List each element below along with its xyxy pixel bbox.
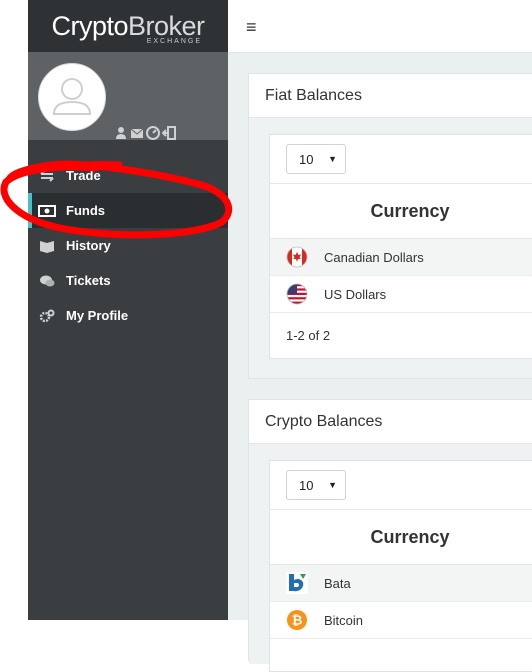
user-icon[interactable] <box>114 126 128 145</box>
table-row[interactable]: ₿ Bitcoin <box>270 602 532 639</box>
column-header-currency[interactable]: Currency <box>270 510 532 565</box>
book-icon <box>28 239 66 253</box>
fiat-balances-panel: Fiat Balances 10 ▼ Currency Canadian Dol… <box>248 73 532 379</box>
sidebar-item-label: Funds <box>66 203 105 218</box>
envelope-icon[interactable] <box>130 126 144 145</box>
table-row[interactable]: Bata <box>270 565 532 602</box>
currency-name: Bata <box>324 575 351 591</box>
dashboard-icon[interactable] <box>146 126 160 145</box>
sidebar: CryptoBroker EXCHANGE Trade Funds Histor… <box>28 0 228 620</box>
main-content: Fiat Balances 10 ▼ Currency Canadian Dol… <box>228 53 532 672</box>
money-icon <box>28 204 66 217</box>
panel-title: Fiat Balances <box>249 74 532 118</box>
table-row[interactable]: US Dollars <box>270 276 532 313</box>
sidebar-item-my-profile[interactable]: My Profile <box>28 298 228 333</box>
brand-logo[interactable]: CryptoBroker EXCHANGE <box>28 0 228 52</box>
menu-toggle-icon[interactable]: ≡ <box>246 18 257 36</box>
logout-icon[interactable] <box>161 126 176 145</box>
chat-icon <box>28 274 66 288</box>
page-size-select[interactable]: 10 ▼ <box>286 144 346 174</box>
bitcoin-icon: ₿ <box>287 610 307 630</box>
usa-flag-icon <box>286 283 308 305</box>
column-header-currency[interactable]: Currency <box>270 184 532 239</box>
avatar[interactable] <box>38 63 106 131</box>
crypto-balances-table: 10 ▼ Currency Bata ₿ Bitcoin <box>269 460 532 672</box>
sidebar-item-label: History <box>66 238 111 253</box>
panel-title: Crypto Balances <box>249 400 532 444</box>
page-size-select[interactable]: 10 ▼ <box>286 470 346 500</box>
currency-name: Canadian Dollars <box>324 249 424 265</box>
chevron-down-icon: ▼ <box>328 480 337 490</box>
svg-text:₿: ₿ <box>292 614 303 629</box>
table-row[interactable]: Canadian Dollars <box>270 239 532 276</box>
page-size-value: 10 <box>299 477 314 493</box>
bata-icon <box>286 572 308 594</box>
currency-name: Bitcoin <box>324 612 364 628</box>
user-actions <box>114 126 176 145</box>
sidebar-nav: Trade Funds History Tickets My Profile <box>28 158 228 333</box>
fiat-balances-table: 10 ▼ Currency Canadian Dollars US Dollar… <box>269 134 532 359</box>
sidebar-item-label: Trade <box>66 168 101 183</box>
brand-name-light: Broker <box>128 10 205 41</box>
sidebar-item-history[interactable]: History <box>28 228 228 263</box>
user-profile-panel <box>28 52 228 140</box>
canada-flag-icon <box>286 246 308 268</box>
crypto-balances-panel: Crypto Balances 10 ▼ Currency Bata ₿ Bit… <box>248 399 532 672</box>
sidebar-item-label: Tickets <box>66 273 111 288</box>
page-size-value: 10 <box>299 151 314 167</box>
topbar: ≡ <box>228 0 532 53</box>
sidebar-item-tickets[interactable]: Tickets <box>28 263 228 298</box>
arrows-icon <box>28 169 66 182</box>
currency-name: US Dollars <box>324 286 387 302</box>
brand-subtitle: EXCHANGE <box>146 37 202 45</box>
brand-name-bold: Crypto <box>51 10 128 41</box>
chevron-down-icon: ▼ <box>328 154 337 164</box>
sidebar-item-funds[interactable]: Funds <box>28 193 228 228</box>
sidebar-item-trade[interactable]: Trade <box>28 158 228 193</box>
cogs-icon <box>28 309 66 323</box>
sidebar-item-label: My Profile <box>66 308 129 323</box>
pagination-info: 1-2 of 2 <box>286 327 331 343</box>
